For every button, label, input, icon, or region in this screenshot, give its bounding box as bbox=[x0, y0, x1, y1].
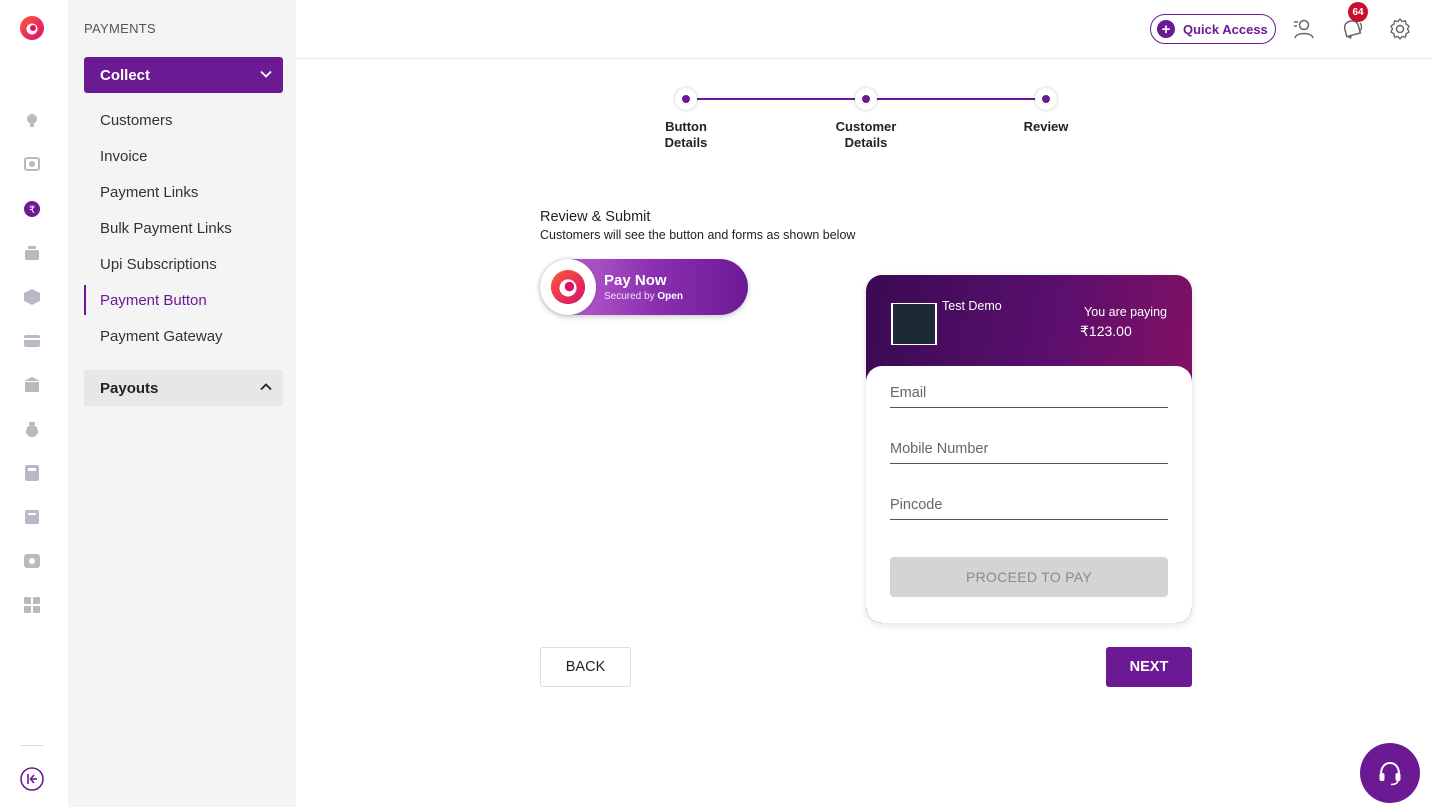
grid-icon[interactable] bbox=[23, 596, 41, 614]
step-dot-customer-details[interactable] bbox=[855, 88, 877, 110]
sidebar-heading: PAYMENTS bbox=[84, 21, 156, 36]
step-label-customer-details: Customer Details bbox=[816, 119, 916, 151]
payouts-label: Payouts bbox=[100, 379, 159, 397]
notification-count-badge: 64 bbox=[1348, 2, 1368, 22]
progress-stepper: Button Details Customer Details Review bbox=[660, 88, 1080, 158]
step-label-review: Review bbox=[996, 119, 1096, 135]
rail-divider bbox=[20, 745, 44, 746]
stepper-line bbox=[876, 98, 1036, 100]
reward-icon[interactable] bbox=[23, 552, 41, 570]
step-label-line: Details bbox=[664, 135, 708, 150]
top-bar: + Quick Access 64 bbox=[296, 0, 1432, 59]
amount-value: ₹123.00 bbox=[1080, 323, 1132, 339]
profile-icon[interactable] bbox=[1292, 17, 1316, 41]
checkout-form-preview: Test Demo You are paying ₹123.00 Email M… bbox=[866, 275, 1192, 623]
review-title: Review & Submit bbox=[540, 209, 651, 225]
email-field[interactable]: Email bbox=[890, 378, 1168, 408]
sidebar-item-bulk-payment-links[interactable]: Bulk Payment Links bbox=[84, 213, 283, 243]
headset-icon bbox=[1379, 761, 1401, 786]
mobile-number-field[interactable]: Mobile Number bbox=[890, 434, 1168, 464]
sidebar: PAYMENTS Collect Customers Invoice Payme… bbox=[68, 0, 296, 807]
secured-brand: Open bbox=[657, 291, 683, 302]
card-icon[interactable] bbox=[23, 332, 41, 350]
review-subtitle: Customers will see the button and forms … bbox=[540, 228, 856, 242]
svg-text:₹: ₹ bbox=[29, 205, 35, 216]
rupee-icon[interactable]: ₹ bbox=[23, 200, 41, 218]
box-icon[interactable] bbox=[23, 288, 41, 306]
merchant-logo-thumbnail bbox=[891, 303, 937, 345]
checkout-form-body: Email Mobile Number Pincode PROCEED TO P… bbox=[866, 366, 1192, 623]
sidebar-item-payment-button[interactable]: Payment Button bbox=[84, 285, 283, 315]
basket-icon[interactable] bbox=[23, 244, 41, 262]
sidebar-item-invoice[interactable]: Invoice bbox=[84, 141, 283, 171]
chevron-up-icon bbox=[259, 380, 273, 394]
sidebar-item-upi-subscriptions[interactable]: Upi Subscriptions bbox=[84, 249, 283, 279]
step-label-line: Details bbox=[844, 135, 888, 150]
settings-gear-icon[interactable] bbox=[1388, 17, 1412, 41]
open-logo-icon[interactable] bbox=[20, 16, 44, 40]
pay-now-label: Pay Now bbox=[604, 272, 667, 289]
bank-icon[interactable] bbox=[23, 376, 41, 394]
search-profile-icon[interactable] bbox=[23, 156, 41, 174]
quick-access-button[interactable]: + Quick Access bbox=[1150, 14, 1276, 44]
chevron-down-icon bbox=[259, 67, 273, 81]
plus-icon: + bbox=[1157, 20, 1175, 38]
calculator-icon[interactable] bbox=[23, 464, 41, 482]
merchant-name: Test Demo bbox=[942, 299, 1002, 313]
pay-now-button-preview[interactable]: Pay Now Secured by Open bbox=[540, 259, 748, 315]
paying-label: You are paying bbox=[1084, 305, 1167, 319]
ledger-icon[interactable] bbox=[23, 508, 41, 526]
collect-label: Collect bbox=[100, 66, 151, 84]
step-label-line: Review bbox=[1023, 119, 1069, 134]
bulb-icon[interactable] bbox=[23, 112, 41, 130]
stepper-line bbox=[696, 98, 856, 100]
next-button[interactable]: NEXT bbox=[1106, 647, 1192, 687]
step-dot-button-details[interactable] bbox=[675, 88, 697, 110]
back-button[interactable]: BACK bbox=[540, 647, 631, 687]
step-label-button-details: Button Details bbox=[636, 119, 736, 151]
pincode-field[interactable]: Pincode bbox=[890, 490, 1168, 520]
secured-prefix: Secured by bbox=[604, 291, 655, 302]
payouts-group-toggle[interactable]: Payouts bbox=[84, 370, 283, 406]
money-bag-icon[interactable] bbox=[23, 420, 41, 438]
open-logo-icon bbox=[540, 259, 596, 315]
sidebar-item-payment-links[interactable]: Payment Links bbox=[84, 177, 283, 207]
quick-access-label: Quick Access bbox=[1183, 21, 1268, 37]
proceed-to-pay-button[interactable]: PROCEED TO PAY bbox=[890, 557, 1168, 597]
secured-by-text: Secured by Open bbox=[604, 291, 683, 302]
icon-rail: ₹ bbox=[0, 0, 68, 807]
sidebar-item-payment-gateway[interactable]: Payment Gateway bbox=[84, 321, 283, 351]
support-headset-button[interactable] bbox=[1360, 743, 1420, 803]
step-label-line: Customer bbox=[835, 119, 897, 134]
step-label-line: Button bbox=[665, 119, 707, 134]
sidebar-item-customers[interactable]: Customers bbox=[84, 105, 283, 135]
step-dot-review[interactable] bbox=[1035, 88, 1057, 110]
collect-group-toggle[interactable]: Collect bbox=[84, 57, 283, 93]
collapse-sidebar-icon[interactable] bbox=[20, 767, 44, 791]
